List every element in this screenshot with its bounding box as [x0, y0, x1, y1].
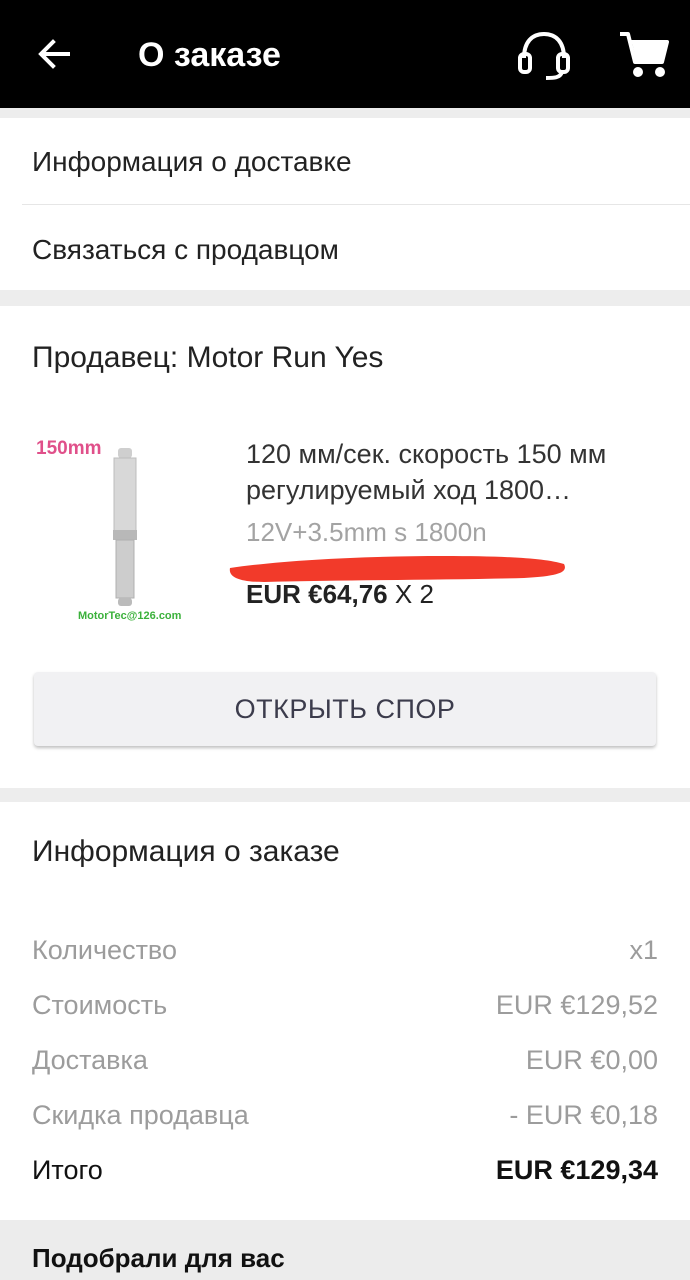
row-value: EUR €0,00 [525, 1045, 658, 1075]
product-variant: 12V+3.5mm s 1800n [246, 517, 487, 547]
actuator-image [113, 448, 137, 606]
app-bar: О заказе [0, 0, 690, 108]
quantity-row: Количество x1 [32, 930, 658, 970]
cart-icon [620, 32, 669, 77]
recommendations-section: Подобрали для вас [0, 1220, 690, 1280]
cost-row: Стоимость EUR €129,52 [32, 985, 658, 1025]
contact-seller-link[interactable]: Связаться с продавцом [32, 230, 339, 270]
row-value: EUR €129,52 [495, 990, 658, 1020]
price-value: EUR €64,76 [246, 579, 388, 609]
arrow-left-icon [38, 39, 70, 69]
open-dispute-button[interactable]: ОТКРЫТЬ СПОР [34, 672, 656, 746]
row-label: Количество [32, 935, 177, 965]
product-price: EUR €64,76 X 2 [246, 576, 434, 612]
back-button[interactable] [30, 30, 78, 78]
order-links-card: Информация о доставке Связаться с продав… [0, 118, 690, 290]
seller-card: Продавец: Motor Run Yes 150mm MotorTec@1… [0, 306, 690, 788]
total-row: Итого EUR €129,34 [32, 1150, 658, 1190]
row-value: - EUR €0,18 [509, 1100, 658, 1130]
row-value: x1 [629, 935, 658, 965]
row-label: Доставка [32, 1045, 148, 1075]
headset-icon [518, 31, 570, 80]
product-image[interactable]: 150mm MotorTec@126.com [34, 436, 224, 626]
order-info-title: Информация о заказе [32, 835, 340, 868]
image-email-label: MotorTec@126.com [78, 610, 182, 622]
page-title: О заказе [138, 36, 281, 74]
delivery-info-link[interactable]: Информация о доставке [32, 142, 352, 182]
recommendations-title: Подобрали для вас [32, 1243, 285, 1273]
divider [22, 204, 690, 205]
total-label: Итого [32, 1155, 103, 1185]
support-button[interactable] [514, 28, 574, 82]
row-label: Стоимость [32, 990, 168, 1020]
cart-button[interactable] [616, 28, 672, 82]
shipping-row: Доставка EUR €0,00 [32, 1040, 658, 1080]
row-label: Скидка продавца [32, 1100, 249, 1130]
product-title[interactable]: 120 мм/сек. скорость 150 мм регулируемый… [246, 436, 656, 508]
seller-discount-row: Скидка продавца - EUR €0,18 [32, 1095, 658, 1135]
seller-name[interactable]: Продавец: Motor Run Yes [32, 338, 383, 378]
order-info-card: Информация о заказе Количество x1 Стоимо… [0, 802, 690, 1220]
quantity-multiplier: X 2 [387, 579, 434, 609]
total-value: EUR €129,34 [495, 1155, 658, 1185]
